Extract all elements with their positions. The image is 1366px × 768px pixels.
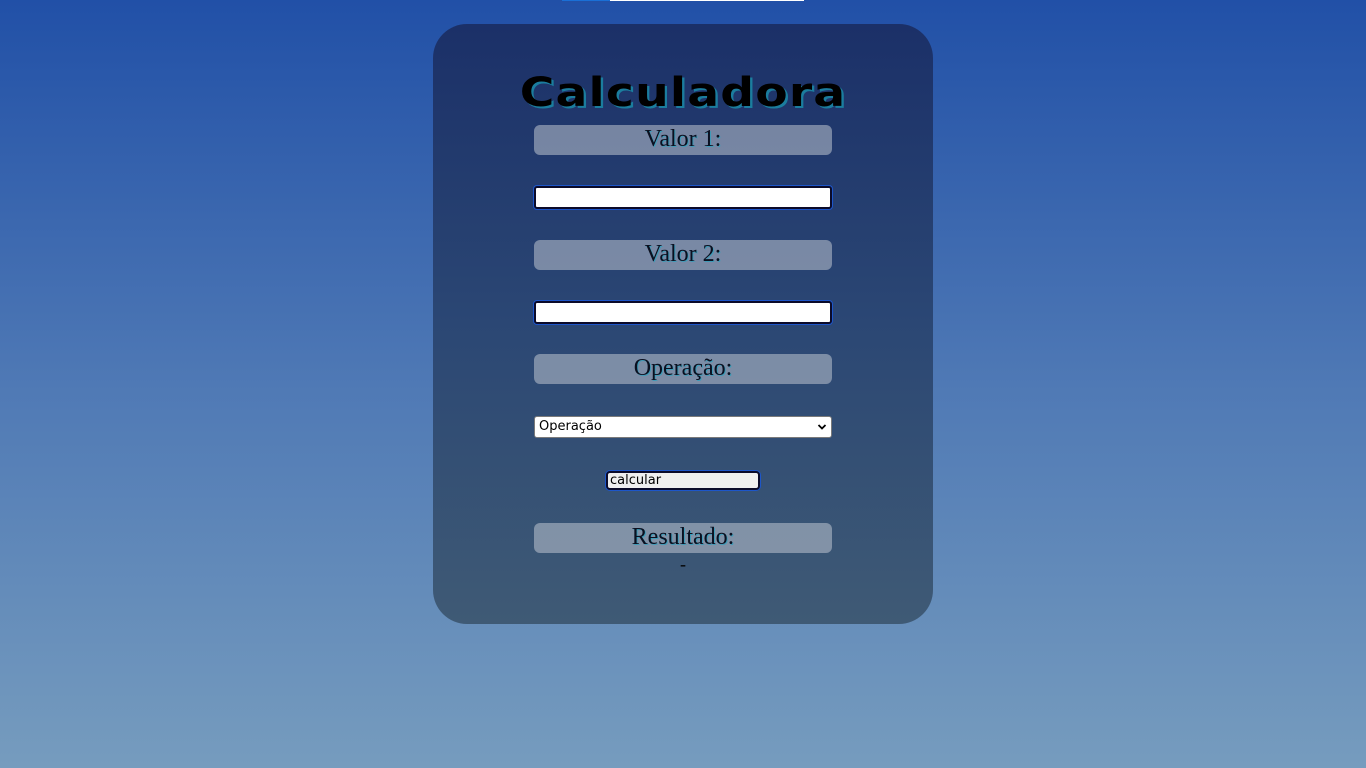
operacao-select[interactable]: Operação	[534, 416, 832, 438]
resultado-label: Resultado:	[534, 523, 832, 553]
calculator-card: Calculadora Valor 1: Valor 2: Operação: …	[433, 24, 933, 624]
chevron-down-icon	[817, 424, 827, 430]
resultado-value: -	[680, 554, 686, 574]
valor1-input[interactable]	[534, 186, 832, 209]
page-title: Calculadora	[519, 70, 847, 116]
operacao-label: Operação:	[534, 354, 832, 384]
valor2-label: Valor 2:	[534, 240, 832, 270]
calcular-button[interactable]: calcular	[606, 471, 760, 490]
valor2-input[interactable]	[534, 301, 832, 324]
operacao-select-value: Operação	[539, 419, 602, 434]
valor1-label: Valor 1:	[534, 125, 832, 155]
top-progress-segment	[562, 0, 610, 1]
top-progress-strip	[562, 0, 804, 1]
